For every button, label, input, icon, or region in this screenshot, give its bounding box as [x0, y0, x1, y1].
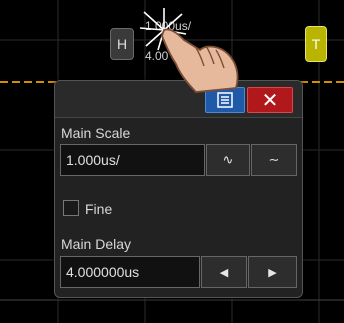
delay-left-button[interactable]: ◀	[201, 256, 247, 288]
small-wave-icon: ∿	[222, 152, 234, 167]
left-arrow-icon: ◀	[219, 266, 229, 279]
scale-decrease-button[interactable]: ∿	[206, 144, 250, 176]
delay-right-button[interactable]: ▶	[248, 256, 297, 288]
main-delay-input[interactable]: 4.000000us	[60, 256, 200, 288]
touch-hand-icon	[139, 8, 239, 93]
scale-increase-button[interactable]: ∼	[251, 144, 297, 176]
fine-checkbox[interactable]	[63, 200, 79, 216]
main-delay-label: Main Delay	[61, 236, 132, 252]
fine-label: Fine	[85, 201, 113, 217]
horizontal-button[interactable]: H	[110, 28, 134, 60]
right-arrow-icon: ▶	[268, 266, 277, 279]
horizontal-dialog: ✕ Main Scale 1.000us/ ∿ ∼ Fine Main Dela…	[54, 80, 303, 298]
trigger-button[interactable]: T	[305, 26, 327, 62]
close-icon: ✕	[261, 89, 279, 112]
main-scale-label: Main Scale	[61, 125, 131, 141]
large-wave-icon: ∼	[268, 152, 280, 167]
main-scale-input[interactable]: 1.000us/	[60, 144, 205, 176]
close-button[interactable]: ✕	[247, 87, 293, 113]
